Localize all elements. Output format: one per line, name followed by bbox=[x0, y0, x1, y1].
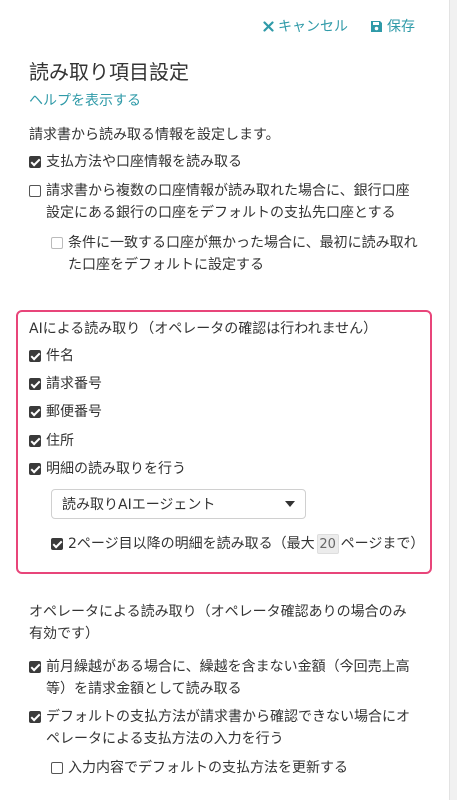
cancel-label: キャンセル bbox=[278, 19, 348, 35]
invoice-number-label: 請求番号 bbox=[46, 376, 102, 392]
carryover-checkbox[interactable] bbox=[29, 661, 41, 673]
default-payment-option[interactable]: デフォルトの支払方法が請求書から確認できない場合にオ ペレータによる支払方法の入… bbox=[29, 706, 410, 750]
ai-item-address[interactable]: 住所 bbox=[29, 430, 74, 452]
multi-account-checkbox[interactable] bbox=[29, 185, 41, 197]
line-items-checkbox[interactable] bbox=[29, 463, 41, 475]
save-icon bbox=[371, 20, 382, 32]
page-description: 請求書から読み取る情報を設定します。 bbox=[29, 127, 280, 143]
ai-agent-select[interactable]: 読み取りAIエージェント bbox=[51, 489, 306, 519]
ai-item-subject[interactable]: 件名 bbox=[29, 345, 74, 367]
postal-code-label: 郵便番号 bbox=[46, 404, 102, 420]
page2-label-suffix: ページまで） bbox=[340, 536, 425, 552]
address-label: 住所 bbox=[46, 433, 74, 449]
read-payment-option[interactable]: 支払方法や口座情報を読み取る bbox=[29, 151, 242, 173]
invoice-number-checkbox[interactable] bbox=[29, 378, 41, 390]
page-max-input[interactable]: 20 bbox=[316, 534, 339, 554]
carryover-label-line1: 前月繰越がある場合に、繰越を含まない金額（今回売上高 bbox=[46, 659, 410, 675]
caret-down-icon bbox=[285, 501, 295, 507]
subject-checkbox[interactable] bbox=[29, 350, 41, 362]
multi-account-label-line2: 設定にある銀行の口座をデフォルトの支払先口座とする bbox=[46, 205, 396, 221]
header-actions: キャンセル 保存 bbox=[263, 16, 415, 36]
update-default-checkbox[interactable] bbox=[51, 762, 63, 774]
ai-section-title: AIによる読み取り（オペレータの確認は行われません） bbox=[29, 321, 378, 337]
read-payment-label: 支払方法や口座情報を読み取る bbox=[46, 154, 242, 170]
update-default-option[interactable]: 入力内容でデフォルトの支払方法を更新する bbox=[51, 757, 348, 779]
no-match-option[interactable]: 条件に一致する口座が無かった場合に、最初に読み取れ た口座をデフォルトに設定する bbox=[51, 232, 418, 276]
multi-account-label-line1: 請求書から複数の口座情報が読み取れた場合に、銀行口座 bbox=[46, 183, 410, 199]
no-match-label-line2: た口座をデフォルトに設定する bbox=[68, 257, 264, 273]
page2-option[interactable]: 2ページ目以降の明細を読み取る（最大 20 ページまで） bbox=[51, 533, 424, 555]
no-match-label-line1: 条件に一致する口座が無かった場合に、最初に読み取れ bbox=[68, 235, 418, 251]
ai-item-invoice-number[interactable]: 請求番号 bbox=[29, 373, 102, 395]
default-payment-label-line2: ペレータによる支払方法の入力を行う bbox=[46, 731, 284, 747]
page2-checkbox[interactable] bbox=[51, 538, 63, 550]
default-payment-label-line1: デフォルトの支払方法が請求書から確認できない場合にオ bbox=[46, 709, 410, 725]
ai-agent-select-value: 読み取りAIエージェント bbox=[62, 497, 216, 513]
help-link[interactable]: ヘルプを表示する bbox=[29, 90, 141, 110]
ai-item-line-items[interactable]: 明細の読み取りを行う bbox=[29, 458, 186, 480]
no-match-checkbox[interactable] bbox=[51, 237, 63, 249]
save-label: 保存 bbox=[387, 19, 415, 35]
carryover-option[interactable]: 前月繰越がある場合に、繰越を含まない金額（今回売上高 等）を請求金額として読み取… bbox=[29, 656, 410, 700]
postal-code-checkbox[interactable] bbox=[29, 406, 41, 418]
cancel-button[interactable]: キャンセル bbox=[263, 16, 348, 36]
multi-account-option[interactable]: 請求書から複数の口座情報が読み取れた場合に、銀行口座 設定にある銀行の口座をデフ… bbox=[29, 180, 410, 224]
save-button[interactable]: 保存 bbox=[370, 16, 415, 36]
read-payment-checkbox[interactable] bbox=[29, 156, 41, 168]
line-items-label: 明細の読み取りを行う bbox=[46, 461, 186, 477]
page-title: 読み取り項目設定 bbox=[29, 60, 189, 84]
default-payment-checkbox[interactable] bbox=[29, 711, 41, 723]
scrollbar-track[interactable] bbox=[449, 0, 457, 800]
close-icon bbox=[263, 20, 274, 32]
operator-title-line1: オペレータによる読み取り（オペレータ確認ありの場合のみ bbox=[29, 604, 407, 620]
operator-section-title: オペレータによる読み取り（オペレータ確認ありの場合のみ 有効です） bbox=[29, 601, 407, 645]
address-checkbox[interactable] bbox=[29, 435, 41, 447]
update-default-label: 入力内容でデフォルトの支払方法を更新する bbox=[68, 760, 348, 776]
subject-label: 件名 bbox=[46, 348, 74, 364]
operator-title-line2: 有効です） bbox=[29, 626, 99, 642]
ai-item-postal-code[interactable]: 郵便番号 bbox=[29, 401, 102, 423]
settings-panel: キャンセル 保存 読み取り項目設定 ヘルプを表示する 請求書から読み取る情報を設… bbox=[0, 0, 449, 800]
carryover-label-line2: 等）を請求金額として読み取る bbox=[46, 681, 242, 697]
page2-label-prefix: 2ページ目以降の明細を読み取る（最大 bbox=[68, 536, 315, 552]
